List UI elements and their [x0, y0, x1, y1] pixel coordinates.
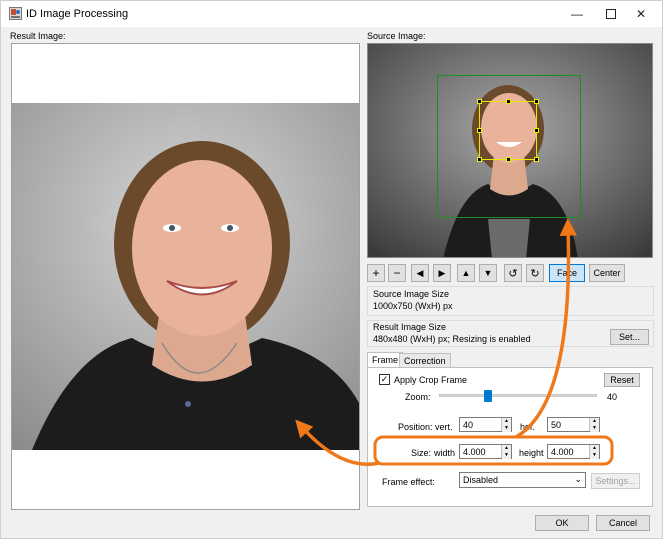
zoom-in-button[interactable]: + — [367, 264, 385, 282]
set-size-button[interactable]: Set... — [610, 329, 649, 345]
spin-up-icon[interactable]: ▲ — [590, 418, 599, 425]
center-button[interactable]: Center — [589, 264, 625, 282]
rotate-right-button[interactable]: ↻ — [526, 264, 544, 282]
cancel-button[interactable]: Cancel — [596, 515, 650, 531]
reset-button[interactable]: Reset — [604, 373, 640, 387]
move-up-button[interactable]: ▲ — [457, 264, 475, 282]
zoom-slider-thumb[interactable] — [484, 390, 492, 402]
face-frame-handle[interactable] — [534, 128, 539, 133]
height-stepper[interactable]: 4.000 ▲ ▼ — [547, 444, 600, 459]
result-size-value: 480x480 (WxH) px; Resizing is enabled — [373, 334, 531, 344]
width-spin[interactable]: ▲ ▼ — [501, 445, 511, 459]
spin-down-icon[interactable]: ▼ — [502, 452, 511, 459]
width-value: 4.000 — [463, 447, 486, 457]
height-value: 4.000 — [551, 447, 574, 457]
source-size-title: Source Image Size — [373, 289, 450, 299]
frame-effect-label: Frame effect: — [382, 477, 435, 487]
spin-up-icon[interactable]: ▲ — [502, 418, 511, 425]
spin-down-icon[interactable]: ▼ — [590, 452, 599, 459]
result-image-panel — [11, 43, 360, 510]
height-spin[interactable]: ▲ ▼ — [589, 445, 599, 459]
move-right-button[interactable]: ▶ — [433, 264, 451, 282]
vert-spin[interactable]: ▲ ▼ — [501, 418, 511, 432]
face-button[interactable]: Face — [549, 264, 585, 282]
close-button[interactable]: ✕ — [619, 1, 662, 27]
apply-crop-label: Apply Crop Frame — [394, 375, 468, 385]
width-label: width — [434, 448, 456, 458]
face-frame-handle[interactable] — [534, 99, 539, 104]
hor-spin[interactable]: ▲ ▼ — [589, 418, 599, 432]
tab-correction[interactable]: Correction — [399, 353, 451, 368]
zoom-out-button[interactable]: − — [388, 264, 406, 282]
ok-button[interactable]: OK — [535, 515, 589, 531]
tab-frame[interactable]: Frame — [367, 352, 404, 368]
app-icon — [9, 7, 22, 20]
face-frame-overlay[interactable] — [477, 99, 539, 162]
hor-label: hor. — [520, 422, 536, 432]
apply-crop-checkbox[interactable]: ✓ — [379, 374, 390, 385]
zoom-slider[interactable] — [439, 390, 597, 402]
source-image-panel — [367, 43, 653, 258]
source-size-group: Source Image Size 1000x750 (WxH) px — [367, 286, 654, 316]
size-label: Size: — [411, 448, 432, 458]
hor-value: 50 — [551, 420, 562, 430]
rotate-left-button[interactable]: ↺ — [504, 264, 522, 282]
result-image-label: Result Image: — [10, 31, 66, 41]
vert-value: 40 — [463, 420, 474, 430]
window-title: ID Image Processing — [26, 8, 129, 20]
result-size-title: Result Image Size — [373, 322, 447, 332]
face-frame-handle[interactable] — [477, 157, 482, 162]
zoom-slider-track — [439, 394, 597, 397]
source-size-value: 1000x750 (WxH) px — [373, 301, 453, 311]
chevron-down-icon: ⌄ — [574, 474, 582, 484]
height-label: height — [519, 448, 544, 458]
minimize-icon: — — [571, 7, 583, 21]
close-icon: ✕ — [635, 7, 647, 21]
vert-label: vert. — [435, 422, 453, 432]
title-bar: ID Image Processing — ✕ — [1, 1, 662, 27]
hor-stepper[interactable]: 50 ▲ ▼ — [547, 417, 600, 432]
vert-stepper[interactable]: 40 ▲ ▼ — [459, 417, 512, 432]
frame-effect-select[interactable]: Disabled ⌄ — [459, 472, 586, 488]
spin-up-icon[interactable]: ▲ — [502, 445, 511, 452]
width-stepper[interactable]: 4.000 ▲ ▼ — [459, 444, 512, 459]
face-frame-handle[interactable] — [477, 99, 482, 104]
move-down-button[interactable]: ▼ — [479, 264, 497, 282]
face-frame-handle[interactable] — [506, 99, 511, 104]
face-frame-handle[interactable] — [477, 128, 482, 133]
zoom-value: 40 — [607, 392, 618, 402]
face-frame-handle[interactable] — [506, 157, 511, 162]
settings-button[interactable]: Settings... — [591, 473, 640, 489]
frame-effect-value: Disabled — [463, 475, 499, 485]
spin-up-icon[interactable]: ▲ — [590, 445, 599, 452]
position-label: Position: — [398, 422, 433, 432]
result-photo — [12, 103, 359, 450]
spin-down-icon[interactable]: ▼ — [502, 425, 511, 432]
maximize-icon — [606, 9, 616, 19]
zoom-label: Zoom: — [405, 392, 431, 402]
move-left-button[interactable]: ◀ — [411, 264, 429, 282]
dialog-window: ID Image Processing — ✕ Result Image: So… — [0, 0, 663, 539]
spin-down-icon[interactable]: ▼ — [590, 425, 599, 432]
face-frame-handle[interactable] — [534, 157, 539, 162]
source-image-label: Source Image: — [367, 31, 426, 41]
